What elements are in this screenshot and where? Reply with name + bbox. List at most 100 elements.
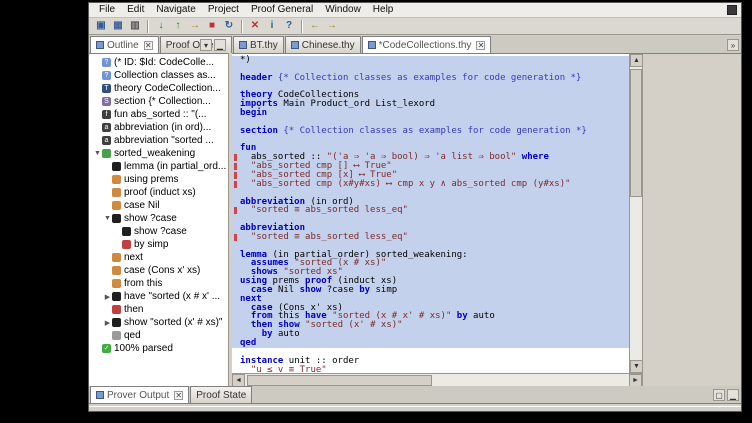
tree-item-using-prems[interactable]: using prems (89, 173, 228, 186)
code-segment: Main Product_ord List_lexord (278, 99, 435, 109)
minimize-view-icon[interactable]: ▁ (727, 389, 739, 401)
menu-window[interactable]: Window (319, 3, 367, 17)
editor-line: by auto (232, 330, 629, 339)
info-icon[interactable]: i (264, 19, 280, 34)
interrupt-icon[interactable]: ✕ (247, 19, 263, 34)
editor-tab-chinese-thy[interactable]: Chinese.thy (285, 36, 361, 53)
menubar-grip-icon[interactable] (727, 5, 737, 15)
scroll-left-icon[interactable]: ◄ (232, 374, 245, 387)
tree-item-collection-classes-as[interactable]: ?Collection classes as... (89, 69, 228, 82)
tree-item-by-simp[interactable]: by simp (89, 238, 228, 251)
code-segment (240, 179, 251, 189)
application-window: FileEditNavigateProjectProof GeneralWind… (88, 2, 742, 412)
editor-text-area[interactable]: *)header {* Collection classes as exampl… (232, 54, 629, 373)
editor-horizontal-scrollbar[interactable]: ◄ ► (232, 373, 642, 386)
close-tab-icon[interactable]: ✕ (476, 41, 485, 50)
editor-line: begin (232, 109, 629, 118)
tree-item-qed[interactable]: qed (89, 329, 228, 342)
tree-item-fun-abs-sorted[interactable]: ffun abs_sorted :: "(... (89, 108, 228, 121)
back-icon[interactable]: ← (307, 19, 323, 34)
tree-item-abbreviation-in-ord[interactable]: aabbreviation (in ord)... (89, 121, 228, 134)
main-area: Outline✕Proof Objects▾▁ ?(* ID: $Id: Cod… (89, 36, 741, 386)
view-menu-icon[interactable]: ▾ (200, 39, 212, 51)
parsed-icon: ✓ (102, 344, 111, 353)
expander-closed-icon[interactable]: ▶ (103, 319, 112, 327)
error-marker (234, 154, 237, 161)
editor-line: case Nil show ?case by simp (232, 286, 629, 295)
tree-item-theory-codecollection[interactable]: Ttheory CodeCollection... (89, 82, 228, 95)
menu-edit[interactable]: Edit (121, 3, 150, 17)
tree-item-case-nil[interactable]: case Nil (89, 199, 228, 212)
minimize-view-icon[interactable]: ▁ (214, 39, 226, 51)
menu-navigate[interactable]: Navigate (150, 3, 201, 17)
horizontal-scroll-thumb[interactable] (247, 375, 432, 386)
scroll-right-icon[interactable]: ► (629, 374, 642, 387)
code-segment: "sorted ≡ abs_sorted less_eq" (251, 232, 408, 242)
code-segment: {* Collection classes as examples for co… (278, 126, 587, 136)
tree-item-id-id-codecolle[interactable]: ?(* ID: $Id: CodeColle... (89, 56, 228, 69)
code-segment: {* Collection classes as examples for co… (273, 73, 582, 83)
editor-tab-bt-thy[interactable]: BT.thy (233, 36, 284, 53)
code-segment: section (240, 126, 278, 136)
tree-item-show-case[interactable]: show ?case (89, 225, 228, 238)
tree-item-have-sorted-x-x[interactable]: ▶have "sorted (x # x' ... (89, 290, 228, 303)
menu-file[interactable]: File (93, 3, 121, 17)
step-icon (112, 266, 121, 275)
expander-open-icon[interactable]: ▼ (103, 215, 112, 222)
scroll-tab-list-icon[interactable]: » (727, 39, 739, 51)
maximize-view-icon[interactable]: ▢ (713, 389, 725, 401)
tree-item-100-parsed[interactable]: ✓100% parsed (89, 342, 228, 355)
tree-item-sorted-weakening[interactable]: ▼sorted_weakening (89, 147, 228, 160)
vertical-scroll-thumb[interactable] (630, 69, 642, 197)
code-segment: where (516, 152, 549, 162)
code-segment: by (451, 311, 467, 321)
editor-tab-codecollections-thy[interactable]: *CodeCollections.thy✕ (362, 36, 492, 53)
tree-item-section-collection[interactable]: Ssection {* Collection... (89, 95, 228, 108)
expander-open-icon[interactable]: ▼ (93, 150, 102, 157)
new-wizard-icon[interactable]: ▣ (93, 19, 109, 34)
stmt-icon (112, 162, 121, 171)
print-icon[interactable]: ▥ (127, 19, 143, 34)
tree-item-next[interactable]: next (89, 251, 228, 264)
bottom-tab-proof-state[interactable]: Proof State (190, 386, 252, 403)
error-marker (234, 181, 237, 188)
tree-item-show-sorted-x-xs[interactable]: ▶show "sorted (x' # xs)" (89, 316, 228, 329)
tree-item-label: from this (124, 278, 162, 289)
editor-body: *)header {* Collection classes as exampl… (232, 54, 741, 386)
save-icon[interactable]: ▦ (110, 19, 126, 34)
file-icon (239, 41, 247, 49)
close-tab-icon[interactable]: ✕ (174, 391, 183, 400)
editor-line: section {* Collection classes as example… (232, 127, 629, 136)
tree-item-abbreviation-sorted[interactable]: aabbreviation "sorted ... (89, 134, 228, 147)
toolbar-separator (147, 20, 149, 33)
menu-proof-general[interactable]: Proof General (245, 3, 319, 17)
menu-project[interactable]: Project (202, 3, 245, 17)
restart-icon[interactable]: ↻ (221, 19, 237, 34)
next-step-icon[interactable]: ↓ (153, 19, 169, 34)
editor-column: *)header {* Collection classes as exampl… (232, 54, 642, 386)
bottom-tab-prover-output[interactable]: Prover Output✕ (90, 386, 189, 403)
tree-item-case-cons-x-xs[interactable]: case (Cons x' xs) (89, 264, 228, 277)
stop-icon[interactable]: ■ (204, 19, 220, 34)
tree-item-then[interactable]: then (89, 303, 228, 316)
outline-tab-outline[interactable]: Outline✕ (90, 36, 159, 53)
tree-item-from-this[interactable]: from this (89, 277, 228, 290)
close-tab-icon[interactable]: ✕ (144, 41, 153, 50)
menu-help[interactable]: Help (367, 3, 400, 17)
undo-step-icon[interactable]: ↑ (170, 19, 186, 34)
bottom-corner-buttons: ▢▁ (713, 389, 739, 401)
tree-item-show-case[interactable]: ▼show ?case (89, 212, 228, 225)
tree-item-label: proof (induct xs) (124, 187, 196, 198)
stop-icon-glyph: ■ (209, 21, 215, 31)
tree-item-proof-induct-xs[interactable]: proof (induct xs) (89, 186, 228, 199)
expander-closed-icon[interactable]: ▶ (103, 293, 112, 301)
help-icon[interactable]: ? (281, 19, 297, 34)
forward-icon[interactable]: → (324, 19, 340, 34)
code-segment: *) (240, 55, 251, 65)
editor-vertical-scrollbar[interactable]: ▲ ▼ (629, 54, 642, 373)
tree-item-lemma-in-partial-ord[interactable]: lemma (in partial_ord... (89, 160, 228, 173)
stmt-icon (112, 318, 121, 327)
goto-cursor-icon[interactable]: → (187, 19, 203, 34)
step-icon (112, 201, 121, 210)
editor-panel: BT.thyChinese.thy*CodeCollections.thy✕» … (232, 36, 741, 386)
